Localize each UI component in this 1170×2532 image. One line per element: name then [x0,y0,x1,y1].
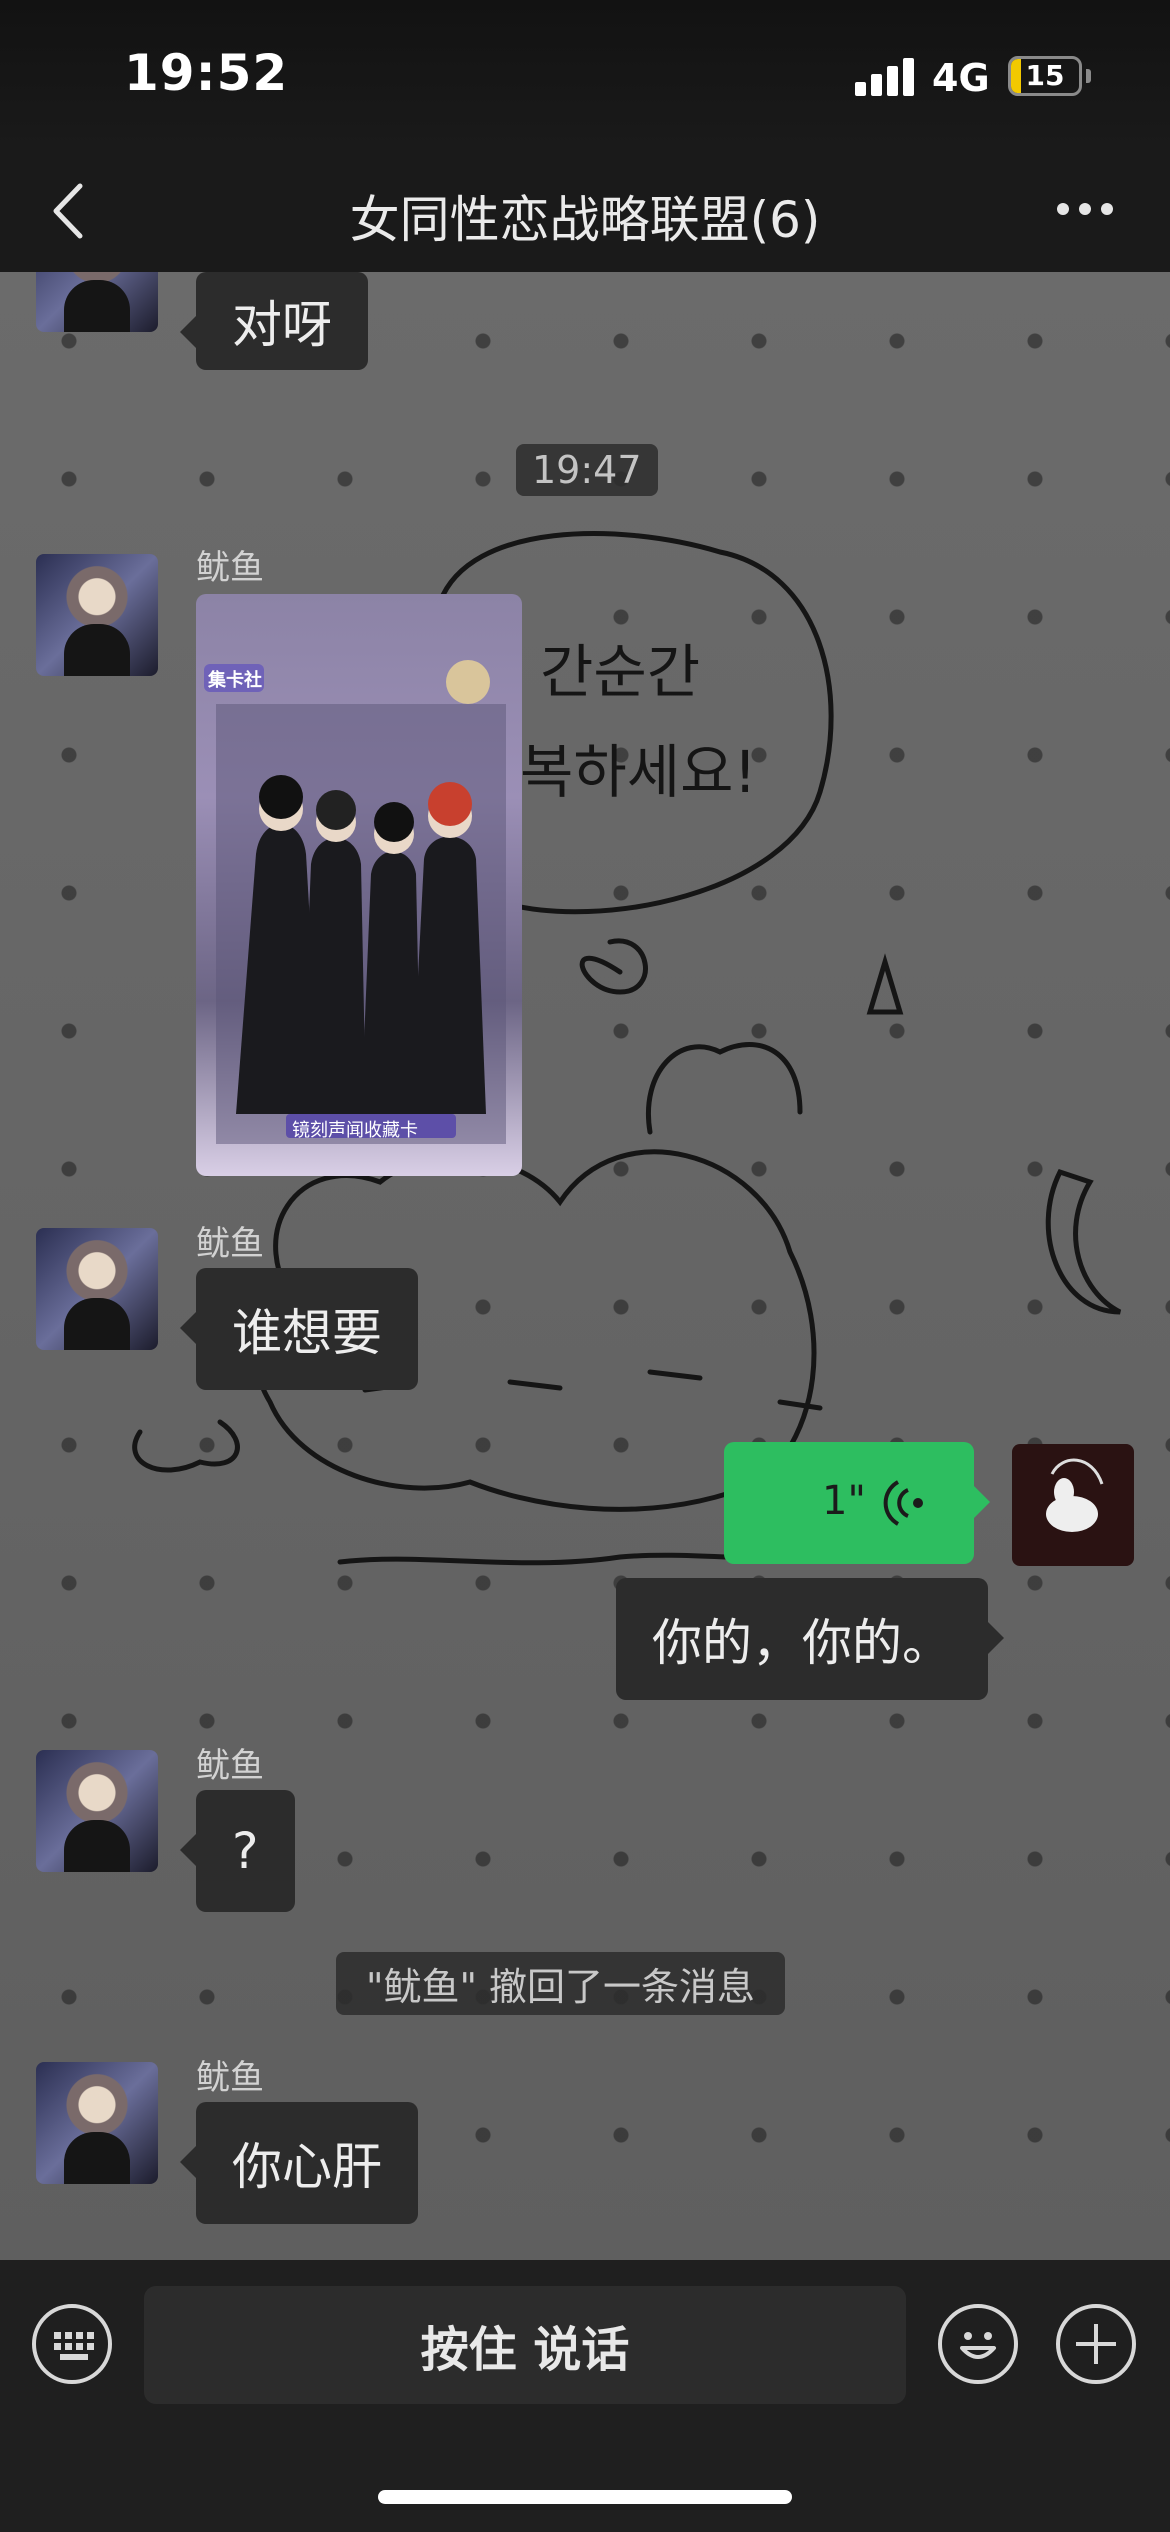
sender-name: 鱿鱼 [196,1224,264,1264]
sender-name: 鱿鱼 [196,1746,264,1786]
nav-bar: 女同性恋战略联盟(6) [0,150,1170,272]
more-dots-icon[interactable] [1055,194,1115,224]
status-bar: 19:52 4G 15 [0,0,1170,150]
battery-icon: 15 [1008,56,1082,96]
voice-duration: 1" [822,1478,866,1524]
sender-name: 鱿鱼 [196,548,264,588]
status-time: 19:52 [124,44,289,102]
svg-text:복하세요!: 복하세요! [520,738,757,806]
self-avatar[interactable] [1012,1444,1134,1566]
network-type: 4G [932,56,990,100]
avatar[interactable] [36,1750,158,1872]
image-message[interactable]: 集卡社 镜刻声闻收藏卡 [196,594,522,1176]
avatar[interactable] [36,2062,158,2184]
avatar[interactable] [36,272,158,332]
card-brand-label: 集卡社 [208,670,262,691]
emoji-icon [960,2332,996,2359]
signal-strength-icon [855,58,915,96]
card-footer-label: 镜刻声闻收藏卡 [292,1120,418,1141]
avatar[interactable] [36,1228,158,1350]
message-bubble[interactable]: 谁想要 [180,1268,418,1390]
home-indicator[interactable] [378,2490,792,2504]
sender-name: 鱿鱼 [196,2058,264,2098]
message-bubble[interactable]: 对呀 [180,272,368,370]
avatar[interactable] [36,554,158,676]
battery-cap [1086,69,1091,83]
more-functions-button[interactable] [1056,2304,1136,2384]
voice-message[interactable]: 1" [724,1442,990,1564]
chat-area[interactable]: 간순간 복하세요! 对呀 19:47 鱿鱼 集卡社 镜刻声闻收藏卡 鱿鱼 谁想要… [0,272,1170,2260]
emoji-button[interactable] [938,2304,1018,2384]
message-bubble[interactable]: ? [180,1790,295,1912]
svg-text:간순간: 간순간 [540,638,700,706]
voice-wave-icon [883,1480,923,1526]
keyboard-toggle-button[interactable] [32,2304,112,2384]
timestamp: 19:47 [516,444,658,496]
hold-to-talk-button[interactable]: 按住 说话 [144,2286,906,2404]
battery-percent: 15 [1025,59,1065,92]
chat-title: 女同性恋战略联盟(6) [349,191,821,249]
keyboard-icon [54,2332,94,2360]
recall-notice: "鱿鱼" 撤回了一条消息 [336,1952,786,2015]
plus-icon [1076,2324,1116,2364]
message-bubble[interactable]: 你的，你的。 [616,1578,1004,1700]
message-bubble[interactable]: 你心肝 [180,2102,418,2224]
